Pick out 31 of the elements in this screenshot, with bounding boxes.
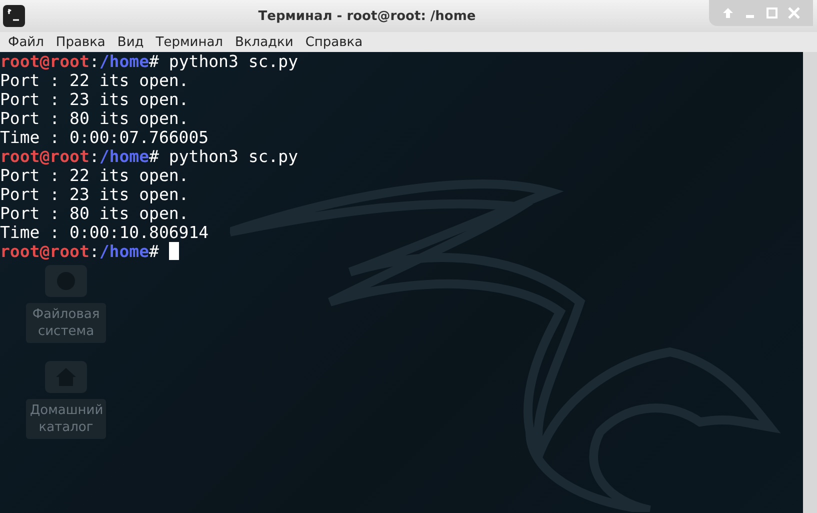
window-title: Терминал - root@root: /home: [257, 8, 477, 24]
prompt-path: /home: [99, 242, 150, 261]
output-line: Port : 22 its open.: [0, 166, 189, 185]
menu-item[interactable]: Правка: [50, 34, 112, 50]
prompt-separator: :: [89, 242, 100, 261]
menu-item[interactable]: Файл: [2, 34, 50, 50]
output-line: Time : 0:00:07.766005: [0, 128, 209, 147]
prompt-symbol: #: [149, 147, 159, 166]
prompt-separator: :: [89, 52, 100, 71]
prompt-path: /home: [99, 147, 150, 166]
output-line: Port : 23 its open.: [0, 185, 189, 204]
prompt-path: /home: [99, 52, 150, 71]
command-text: python3 sc.py: [168, 147, 298, 166]
output-line: Time : 0:00:10.806914: [0, 223, 209, 242]
scrollbar[interactable]: [803, 52, 817, 513]
menu-item[interactable]: Вкладки: [229, 34, 300, 50]
prompt-user: root@root: [0, 242, 90, 261]
output-line: Port : 23 its open.: [0, 90, 189, 109]
output-line: Port : 80 its open.: [0, 204, 189, 223]
prompt-symbol: #: [149, 52, 159, 71]
prompt-symbol: #: [149, 242, 159, 261]
menu-item[interactable]: Вид: [111, 34, 150, 50]
prompt-user: root@root: [0, 147, 90, 166]
command-text: python3 sc.py: [168, 52, 298, 71]
output-line: Port : 80 its open.: [0, 109, 189, 128]
prompt-user: root@root: [0, 52, 90, 71]
output-line: Port : 22 its open.: [0, 71, 189, 90]
terminal-icon[interactable]: [3, 5, 25, 27]
menu-item[interactable]: Терминал: [150, 34, 229, 50]
menu-item[interactable]: Справка: [299, 34, 369, 50]
prompt-separator: :: [89, 147, 100, 166]
